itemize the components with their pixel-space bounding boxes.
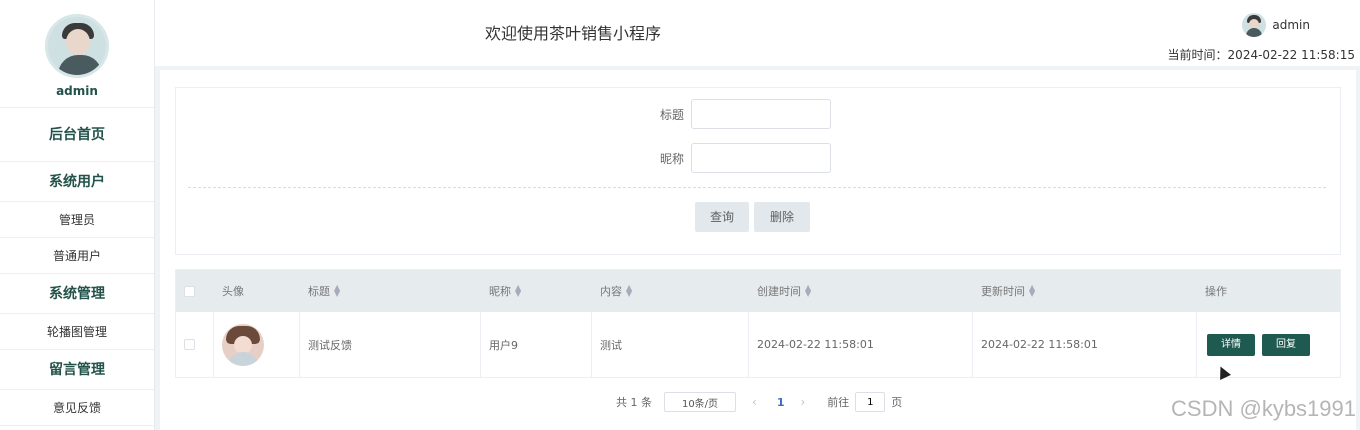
row-avatar-cell bbox=[214, 312, 300, 377]
sort-icon[interactable]: ▲ ▼ bbox=[515, 284, 521, 298]
row-avatar bbox=[222, 323, 264, 366]
sort-icon[interactable]: ▲ ▼ bbox=[334, 284, 340, 298]
column-updated[interactable]: 更新时间 ▲ ▼ bbox=[973, 270, 1197, 312]
sidebar-group-system-users[interactable]: 系统用户 bbox=[0, 162, 154, 202]
detail-button[interactable]: 详情 bbox=[1207, 333, 1255, 356]
goto-suffix: 页 bbox=[891, 396, 903, 409]
table-header: 头像 标题 ▲ ▼ 昵称 ▲ ▼ 内容 ▲ ▼ 创建时间 ▲ ▼ 更新时间 ▲ ▼ 操作 bbox=[176, 270, 1340, 312]
row-nickname: 用户9 bbox=[481, 312, 592, 377]
select-all-cell bbox=[176, 270, 214, 312]
table-row: 测试反馈 用户9 测试 2024-02-22 11:58:01 2024-02-… bbox=[176, 312, 1340, 377]
column-actions: 操作 bbox=[1205, 285, 1227, 298]
goto-page-input[interactable] bbox=[855, 392, 886, 412]
main-content: 标题 昵称 查询 删除 头像 标题 ▲ ▼ 昵称 ▲ ▼ 内容 ▲ ▼ 创建时间… bbox=[160, 70, 1356, 430]
page-title: 欢迎使用茶叶销售小程序 bbox=[485, 24, 662, 43]
header-user-menu[interactable]: admin bbox=[1242, 13, 1310, 37]
column-title-label: 标题 bbox=[308, 285, 330, 298]
column-content[interactable]: 内容 ▲ ▼ bbox=[592, 270, 749, 312]
row-title: 测试反馈 bbox=[300, 312, 481, 377]
nickname-search-input[interactable] bbox=[691, 143, 831, 173]
sidebar-avatar[interactable] bbox=[45, 14, 109, 78]
sort-icon[interactable]: ▲ ▼ bbox=[1029, 284, 1035, 298]
title-search-label: 标题 bbox=[659, 107, 684, 122]
column-content-label: 内容 bbox=[600, 285, 622, 298]
sort-icon[interactable]: ▲ ▼ bbox=[626, 284, 632, 298]
row-created: 2024-02-22 11:58:01 bbox=[749, 312, 973, 377]
sidebar-profile: admin bbox=[0, 0, 154, 108]
header: 欢迎使用茶叶销售小程序 admin 当前时间：2024-02-22 11:58:… bbox=[155, 0, 1360, 66]
prev-page-icon[interactable]: ‹ bbox=[752, 395, 757, 409]
pagination-total: 共 1 条 bbox=[616, 396, 652, 409]
page-size-select[interactable]: 10条/页 bbox=[664, 392, 736, 412]
header-avatar[interactable] bbox=[1242, 13, 1267, 37]
header-username[interactable]: admin bbox=[1272, 18, 1310, 32]
column-nickname[interactable]: 昵称 ▲ ▼ bbox=[481, 270, 592, 312]
row-content: 测试 bbox=[592, 312, 749, 377]
sidebar-item-carousel[interactable]: 轮播图管理 bbox=[0, 314, 154, 350]
title-search-field: 标题 bbox=[644, 99, 831, 129]
title-search-input[interactable] bbox=[691, 99, 831, 129]
next-page-icon[interactable]: › bbox=[800, 395, 805, 409]
nickname-search-field: 昵称 bbox=[644, 143, 831, 173]
pagination: 共 1 条 10条/页 ‹ 1 › 前往 页 bbox=[616, 392, 902, 412]
sidebar-item-home[interactable]: 后台首页 bbox=[0, 108, 154, 162]
delete-button[interactable]: 删除 bbox=[754, 202, 810, 232]
sidebar-username: admin bbox=[56, 84, 98, 98]
sidebar-group-messages[interactable]: 留言管理 bbox=[0, 350, 154, 390]
nickname-search-label: 昵称 bbox=[659, 151, 684, 166]
goto-label: 前往 bbox=[827, 396, 850, 409]
query-button[interactable]: 查询 bbox=[695, 202, 749, 232]
row-select-cell bbox=[176, 312, 214, 377]
sidebar-item-normal-users[interactable]: 普通用户 bbox=[0, 238, 154, 274]
column-avatar: 头像 bbox=[222, 285, 244, 298]
sort-icon[interactable]: ▲ ▼ bbox=[805, 284, 811, 298]
sidebar-item-feedback[interactable]: 意见反馈 bbox=[0, 390, 154, 426]
watermark: CSDN @kybs1991 bbox=[1171, 396, 1356, 421]
feedback-table: 头像 标题 ▲ ▼ 昵称 ▲ ▼ 内容 ▲ ▼ 创建时间 ▲ ▼ 更新时间 ▲ ▼ 操作 bbox=[175, 269, 1341, 378]
column-updated-label: 更新时间 bbox=[981, 285, 1025, 298]
sidebar: admin 后台首页 系统用户 管理员 普通用户 系统管理 轮播图管理 留言管理… bbox=[0, 0, 155, 430]
search-divider bbox=[188, 187, 1326, 188]
select-all-checkbox[interactable] bbox=[184, 285, 195, 297]
reply-button[interactable]: 回复 bbox=[1262, 333, 1310, 356]
search-panel: 标题 昵称 查询 删除 bbox=[175, 87, 1341, 255]
page-number-current[interactable]: 1 bbox=[777, 396, 785, 409]
current-time: 当前时间：2024-02-22 11:58:15 bbox=[1167, 48, 1355, 62]
column-created-label: 创建时间 bbox=[757, 285, 801, 298]
sidebar-group-system-management[interactable]: 系统管理 bbox=[0, 274, 154, 314]
sidebar-item-admins[interactable]: 管理员 bbox=[0, 202, 154, 238]
row-updated: 2024-02-22 11:58:01 bbox=[973, 312, 1197, 377]
column-nickname-label: 昵称 bbox=[489, 285, 511, 298]
column-title[interactable]: 标题 ▲ ▼ bbox=[300, 270, 481, 312]
row-checkbox[interactable] bbox=[184, 339, 195, 350]
column-created[interactable]: 创建时间 ▲ ▼ bbox=[749, 270, 973, 312]
